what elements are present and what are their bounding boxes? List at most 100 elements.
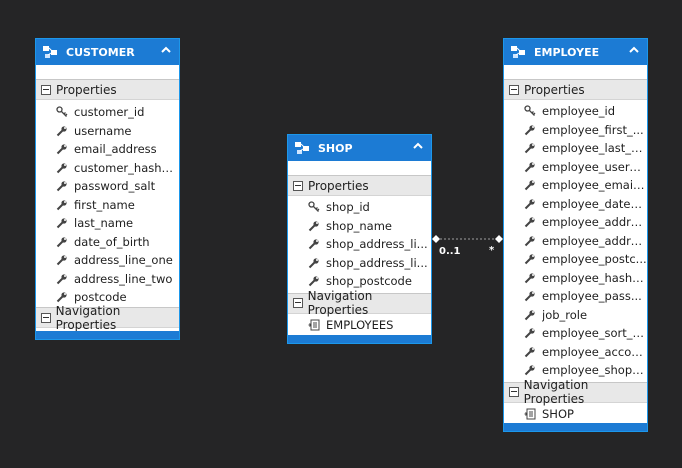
property-row[interactable]: shop_address_li... — [288, 235, 431, 254]
wrench-icon — [524, 347, 535, 357]
property-row[interactable]: address_line_one — [36, 251, 179, 270]
section-label: Navigation Properties — [55, 303, 121, 332]
entity-footer — [288, 335, 431, 343]
collapse-icon[interactable] — [161, 45, 171, 55]
wrench-icon — [524, 273, 535, 283]
shop-entity[interactable]: SHOP Properties shop_id shop_name shop_add… — [287, 134, 432, 344]
property-name: employee_hashe... — [542, 270, 647, 285]
minus-icon[interactable] — [41, 312, 51, 323]
wrench-icon — [308, 221, 319, 231]
entity-icon — [295, 142, 309, 154]
entity-footer — [504, 423, 647, 431]
wrench-icon — [524, 143, 535, 154]
property-row[interactable]: shop_address_li... — [288, 254, 431, 273]
wrench-icon — [56, 181, 67, 192]
collapse-icon[interactable] — [413, 141, 423, 151]
property-name: shop_postcode — [326, 274, 412, 289]
entity-title: SHOP — [318, 141, 353, 155]
section-label: Properties — [308, 178, 369, 193]
wrench-icon — [524, 291, 535, 302]
multiplicity-from-label: 0..1 — [439, 246, 461, 257]
property-name: employee_shop_... — [542, 363, 647, 378]
property-name: date_of_birth — [74, 234, 150, 249]
wrench-icon — [56, 218, 67, 229]
wrench-icon — [524, 365, 535, 376]
collapse-icon[interactable] — [629, 45, 639, 55]
minus-icon[interactable] — [293, 298, 303, 308]
entity-icon — [511, 46, 525, 58]
property-row[interactable]: employee_date_... — [504, 195, 647, 214]
property-name: employee_usern... — [542, 159, 647, 174]
property-row[interactable]: job_role — [504, 306, 647, 325]
property-name: shop_address_li... — [326, 237, 428, 252]
property-name: employee_sort_c... — [542, 326, 647, 341]
key-icon — [56, 106, 68, 118]
minus-icon[interactable] — [509, 387, 519, 397]
property-row[interactable]: employee_pass... — [504, 287, 647, 306]
property-name: employee_id — [542, 104, 616, 119]
nav-properties-section-header[interactable]: Navigation Properties — [288, 289, 431, 317]
section-label: Properties — [56, 82, 117, 97]
property-row[interactable]: employee_email... — [504, 176, 647, 195]
association-end-diamond — [495, 235, 503, 243]
property-row[interactable]: shop_name — [288, 217, 431, 236]
property-name: shop_address_li... — [326, 255, 428, 270]
property-row[interactable]: customer_id — [36, 103, 179, 122]
property-name: employee_addre... — [542, 215, 647, 230]
property-row[interactable]: employee_postc... — [504, 250, 647, 269]
wrench-icon — [56, 255, 67, 266]
property-row[interactable]: employee_usern... — [504, 158, 647, 177]
property-name: customer_hashe... — [74, 160, 179, 175]
employee-entity[interactable]: EMPLOYEE Properties employee_id employee_… — [503, 38, 648, 432]
nav-properties-section-header[interactable]: Navigation Properties — [504, 378, 647, 406]
customer-header[interactable]: CUSTOMER — [36, 39, 179, 65]
property-row[interactable]: employee_id — [504, 102, 647, 121]
property-row[interactable]: email_address — [36, 140, 179, 159]
properties-section-header[interactable]: Properties — [504, 79, 647, 100]
association-end-diamond — [432, 235, 440, 243]
employee-header[interactable]: EMPLOYEE — [504, 39, 647, 65]
property-row[interactable]: employee_addre... — [504, 213, 647, 232]
property-row[interactable]: employee_sort_c... — [504, 324, 647, 343]
property-row[interactable]: employee_last_n... — [504, 139, 647, 158]
customer-entity[interactable]: CUSTOMER Properties customer_id username e… — [35, 38, 180, 340]
property-row[interactable]: first_name — [36, 196, 179, 215]
property-row[interactable]: address_line_two — [36, 270, 179, 289]
property-row[interactable]: username — [36, 122, 179, 141]
properties-section-header[interactable]: Properties — [36, 79, 179, 100]
navigation-property-row[interactable]: SHOP — [504, 405, 647, 424]
entity-title: CUSTOMER — [66, 45, 135, 59]
property-row[interactable]: shop_id — [288, 198, 431, 217]
navigation-property-row[interactable]: EMPLOYEES — [288, 316, 431, 335]
wrench-icon — [308, 258, 319, 268]
properties-section-header[interactable]: Properties — [288, 175, 431, 196]
key-icon — [524, 105, 536, 117]
property-row[interactable]: employee_accou... — [504, 343, 647, 362]
section-label: Navigation Properties — [307, 289, 373, 317]
property-name: shop_name — [326, 218, 392, 233]
minus-icon[interactable] — [293, 180, 303, 191]
property-row[interactable]: employee_first_... — [504, 121, 647, 140]
shop-header[interactable]: SHOP — [288, 135, 431, 161]
nav-properties-section-header[interactable]: Navigation Properties — [36, 304, 179, 332]
property-row[interactable]: password_salt — [36, 177, 179, 196]
property-row[interactable]: last_name — [36, 214, 179, 233]
property-name: first_name — [74, 197, 135, 212]
property-row[interactable]: date_of_birth — [36, 233, 179, 252]
property-row[interactable]: employee_hashe... — [504, 269, 647, 288]
property-row[interactable]: employee_addre... — [504, 232, 647, 251]
wrench-icon — [56, 200, 67, 210]
entity-title: EMPLOYEE — [534, 45, 600, 59]
property-name: employee_postc... — [542, 252, 647, 267]
property-row[interactable]: shop_postcode — [288, 272, 431, 291]
property-name: address_line_one — [74, 253, 173, 268]
property-name: customer_id — [74, 105, 145, 120]
minus-icon[interactable] — [41, 84, 51, 95]
wrench-icon — [56, 126, 67, 136]
property-name: employee_accou... — [542, 344, 647, 359]
property-row[interactable]: employee_shop_... — [504, 361, 647, 380]
property-row[interactable]: customer_hashe... — [36, 159, 179, 178]
minus-icon[interactable] — [509, 84, 519, 95]
wrench-icon — [56, 237, 67, 247]
property-name: address_line_two — [74, 271, 173, 286]
